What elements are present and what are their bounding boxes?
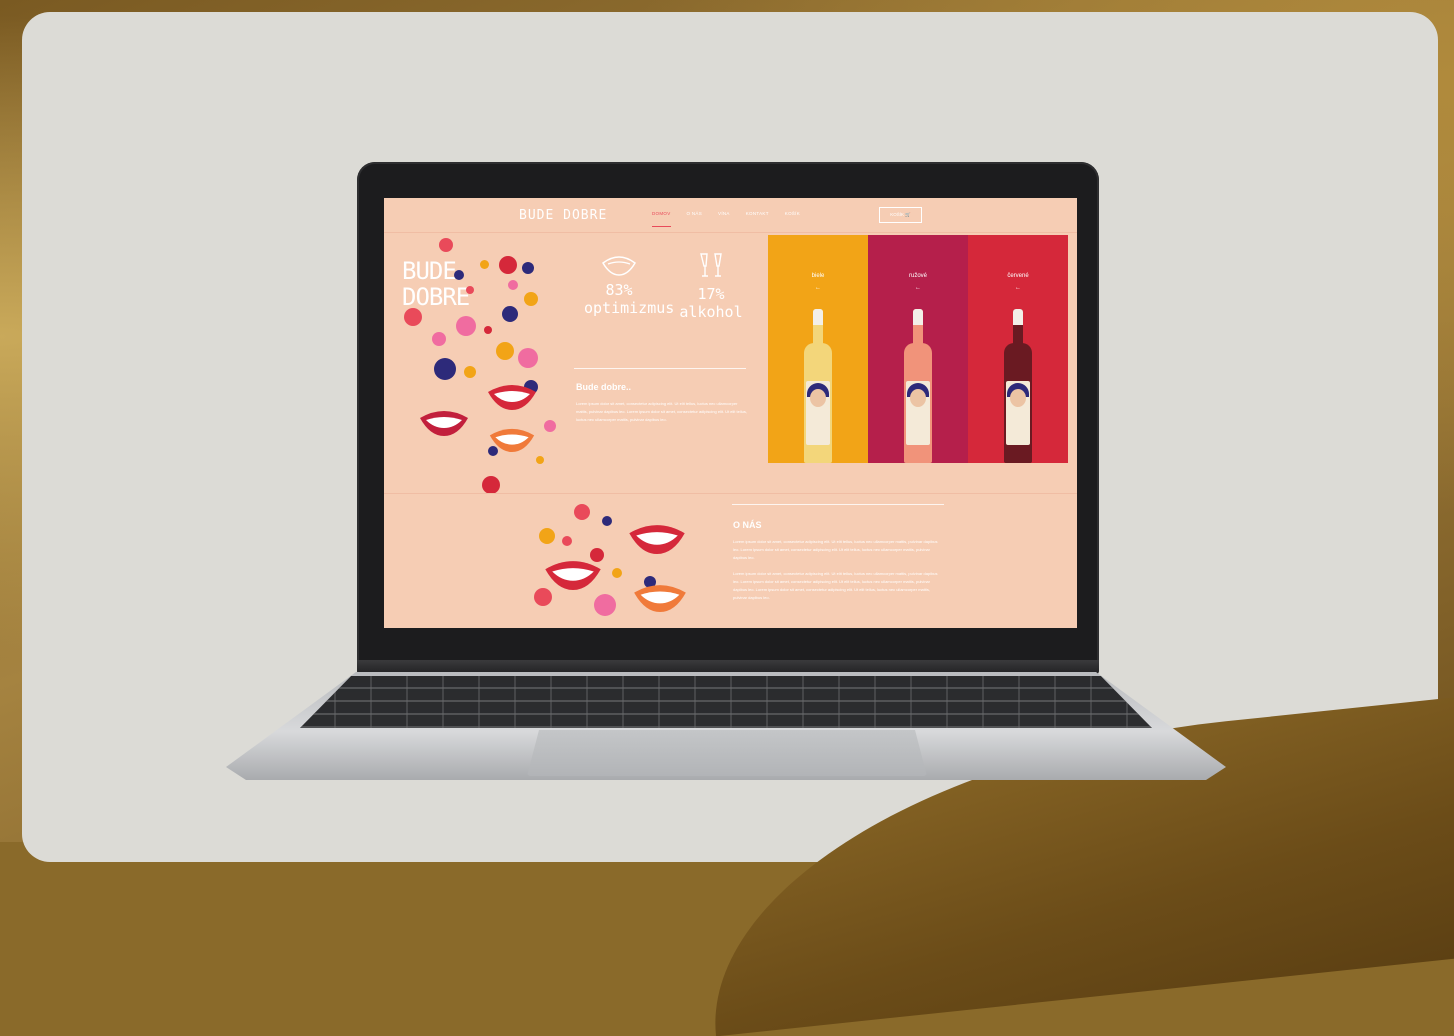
about-heading: O NÁS bbox=[733, 520, 762, 530]
site-navbar: BUDE DOBRE DOMOV O NÁS VÍNA KONTAKT KOŠÍ… bbox=[384, 198, 1077, 233]
stat-label: alkohol bbox=[679, 303, 743, 321]
keyboard-rows bbox=[300, 676, 1152, 728]
wine-bottle-red bbox=[1004, 309, 1032, 463]
arrow-icon: ← bbox=[1015, 285, 1021, 291]
wine-label: ružové bbox=[908, 273, 927, 279]
stat-value: 17% bbox=[697, 285, 725, 303]
nav-links: DOMOV O NÁS VÍNA KONTAKT KOŠÍK bbox=[652, 211, 800, 227]
lips-icon bbox=[584, 254, 654, 281]
wine-label: biele bbox=[811, 273, 825, 279]
stat-label: optimizmus bbox=[584, 299, 675, 317]
lips-icon bbox=[629, 525, 685, 554]
about-text-1: Lorem ipsum dolor sit amet, consectetur … bbox=[733, 539, 938, 560]
section-divider bbox=[574, 368, 746, 369]
wine-glasses-icon bbox=[676, 250, 746, 285]
wine-bottle-rose bbox=[904, 309, 932, 463]
wine-panel-rose[interactable]: ružové ← bbox=[868, 235, 968, 463]
laptop-screen: BUDE DOBRE DOMOV O NÁS VÍNA KONTAKT KOŠÍ… bbox=[384, 198, 1077, 628]
wine-label: červené bbox=[1007, 273, 1029, 279]
stat-value: 83% bbox=[605, 281, 633, 299]
hero-title-line2: DOBRE bbox=[402, 283, 470, 311]
laptop-trackpad bbox=[527, 730, 927, 776]
wine-panel-white[interactable]: biele ← bbox=[768, 235, 868, 463]
hero-title: BUDE DOBRE bbox=[402, 258, 470, 311]
lips-icon bbox=[489, 428, 535, 452]
lips-icon bbox=[634, 585, 686, 612]
cart-button[interactable]: KOŠÍK 🛒 bbox=[879, 207, 922, 223]
arrow-icon: ← bbox=[815, 285, 821, 291]
arrow-icon: ← bbox=[915, 285, 921, 291]
about-text-2: Lorem ipsum dolor sit amet, consectetur … bbox=[733, 571, 938, 600]
intro-heading: Bude dobre.. bbox=[576, 382, 632, 392]
nav-home[interactable]: DOMOV bbox=[652, 211, 671, 227]
stat-alcohol: 17% alkohol bbox=[676, 250, 746, 321]
site-logo[interactable]: BUDE DOBRE bbox=[519, 208, 607, 223]
section-separator bbox=[384, 493, 1077, 494]
wine-panel-red[interactable]: červené ← bbox=[968, 235, 1068, 463]
nav-contact[interactable]: KONTAKT bbox=[746, 211, 769, 227]
lips-icon bbox=[488, 385, 536, 410]
nav-wines[interactable]: VÍNA bbox=[718, 211, 730, 227]
intro-text: Lorem ipsum dolor sit amet, consectetur … bbox=[576, 401, 747, 422]
stat-optimism: 83% optimizmus bbox=[584, 254, 675, 317]
lips-icon bbox=[420, 411, 468, 436]
nav-about[interactable]: O NÁS bbox=[687, 211, 703, 227]
wine-bottle-white bbox=[804, 309, 832, 463]
section-divider bbox=[732, 504, 944, 505]
lips-icon bbox=[545, 561, 601, 590]
nav-cart[interactable]: KOŠÍK bbox=[785, 211, 800, 227]
